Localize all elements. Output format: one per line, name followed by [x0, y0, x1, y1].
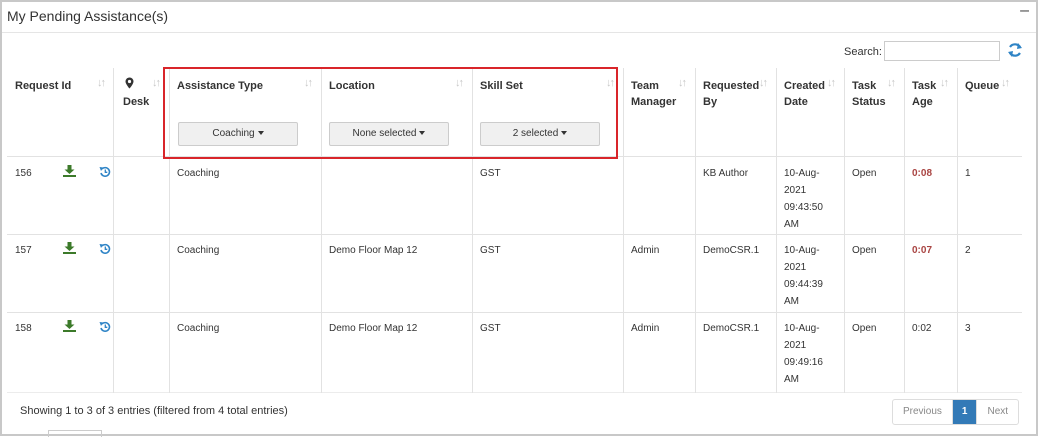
created-date-line: 09:43:50	[784, 202, 823, 213]
col-header-created-date[interactable]: Created Date	[784, 78, 826, 110]
task-age: 0:02	[912, 323, 932, 334]
col-header-requested-by[interactable]: Requested By	[703, 78, 759, 110]
created-date-line: 2021	[784, 262, 807, 273]
task-age: 0:07	[912, 245, 933, 256]
col-header-request-id[interactable]: Request Id	[15, 78, 71, 94]
task-status: Open	[852, 323, 877, 334]
request-id: 158	[15, 323, 32, 334]
panel-header: My Pending Assistance(s) –	[2, 2, 1036, 33]
map-pin-icon	[125, 77, 134, 89]
created-date-line: 10-Aug-	[784, 323, 820, 334]
sort-icon[interactable]: ↓↑	[455, 77, 464, 89]
sort-icon[interactable]: ↓↑	[304, 77, 313, 89]
assistance-table: Request Id ↓↑ Desk ↓↑ Assistance Type ↓↑…	[7, 68, 1022, 393]
download-icon[interactable]	[63, 320, 76, 332]
col-header-task-status[interactable]: Task Status	[852, 78, 886, 110]
location: Demo Floor Map 12	[329, 323, 418, 334]
sort-icon[interactable]: ↓↑	[759, 77, 768, 89]
sort-icon[interactable]: ↓↑	[152, 77, 161, 89]
col-header-team-manager[interactable]: Team Manager	[631, 78, 676, 110]
col-header-location[interactable]: Location	[329, 78, 375, 94]
created-date-line: 09:44:39	[784, 279, 823, 290]
created-date-line: 2021	[784, 340, 807, 351]
skill-set-filter-label: 2 selected	[512, 128, 559, 139]
search-label: Search:	[844, 46, 882, 58]
team-manager: Admin	[631, 245, 660, 256]
sort-icon[interactable]: ↓↑	[940, 77, 949, 89]
sort-icon[interactable]: ↓↑	[827, 77, 836, 89]
assistance-type-filter-label: Coaching	[212, 128, 255, 139]
pagination: Previous 1 Next	[892, 399, 1020, 425]
sort-icon[interactable]: ↓↑	[606, 77, 615, 89]
requested-by: DemoCSR.1	[703, 323, 760, 334]
collapse-button[interactable]: –	[1020, 2, 1029, 20]
created-date-line: 09:49:16	[784, 357, 823, 368]
request-id: 156	[15, 168, 32, 179]
assistance-type: Coaching	[177, 245, 220, 256]
search-input[interactable]	[884, 41, 1000, 61]
created-date-line: 2021	[784, 185, 807, 196]
task-status: Open	[852, 168, 877, 179]
sort-icon[interactable]: ↓↑	[887, 77, 896, 89]
queue: 2	[965, 245, 971, 256]
skill-set: GST	[480, 245, 501, 256]
assistance-type: Coaching	[177, 323, 220, 334]
col-header-queue[interactable]: Queue	[965, 78, 999, 94]
skill-set-filter[interactable]: 2 selected	[480, 122, 600, 146]
col-header-desk[interactable]: Desk	[123, 94, 149, 110]
created-date-line: 10-Aug-	[784, 245, 820, 256]
col-header-skill-set[interactable]: Skill Set	[480, 78, 523, 94]
assistance-type: Coaching	[177, 168, 220, 179]
location-filter[interactable]: None selected	[329, 122, 449, 146]
history-icon[interactable]	[99, 321, 111, 333]
skill-set: GST	[480, 168, 501, 179]
location: Demo Floor Map 12	[329, 245, 418, 256]
pending-assistance-panel: My Pending Assistance(s) – Search: Reque	[0, 0, 1038, 437]
queue: 3	[965, 323, 971, 334]
caret-down-icon	[257, 131, 264, 136]
created-date-line: 10-Aug-	[784, 168, 820, 179]
assistance-type-filter[interactable]: Coaching	[178, 122, 298, 146]
page-1-button[interactable]: 1	[952, 400, 978, 424]
request-id: 157	[15, 245, 32, 256]
previous-page-button[interactable]: Previous	[893, 400, 953, 424]
history-icon[interactable]	[99, 243, 111, 255]
next-page-button[interactable]: Next	[977, 400, 1018, 424]
location-filter-label: None selected	[352, 128, 417, 139]
refresh-icon[interactable]	[1007, 41, 1023, 59]
download-icon[interactable]	[63, 165, 76, 177]
sort-icon[interactable]: ↓↑	[678, 77, 687, 89]
caret-down-icon	[419, 131, 426, 136]
col-header-task-age[interactable]: Task Age	[912, 78, 942, 110]
task-status: Open	[852, 245, 877, 256]
sort-icon[interactable]: ↓↑	[1001, 77, 1010, 89]
history-icon[interactable]	[99, 166, 111, 178]
requested-by: DemoCSR.1	[703, 245, 760, 256]
sort-icon[interactable]: ↓↑	[97, 77, 106, 89]
col-header-assistance-type[interactable]: Assistance Type	[177, 78, 263, 94]
caret-down-icon	[561, 131, 568, 136]
skill-set: GST	[480, 323, 501, 334]
table-info: Showing 1 to 3 of 3 entries (filtered fr…	[20, 405, 288, 417]
task-age: 0:08	[912, 168, 933, 179]
team-manager: Admin	[631, 323, 660, 334]
panel-title: My Pending Assistance(s)	[7, 8, 169, 24]
created-date-line: AM	[784, 296, 799, 307]
queue: 1	[965, 168, 971, 179]
download-icon[interactable]	[63, 242, 76, 254]
created-date-line: AM	[784, 374, 799, 385]
requested-by: KB Author	[703, 168, 749, 179]
created-date-line: AM	[784, 219, 799, 230]
